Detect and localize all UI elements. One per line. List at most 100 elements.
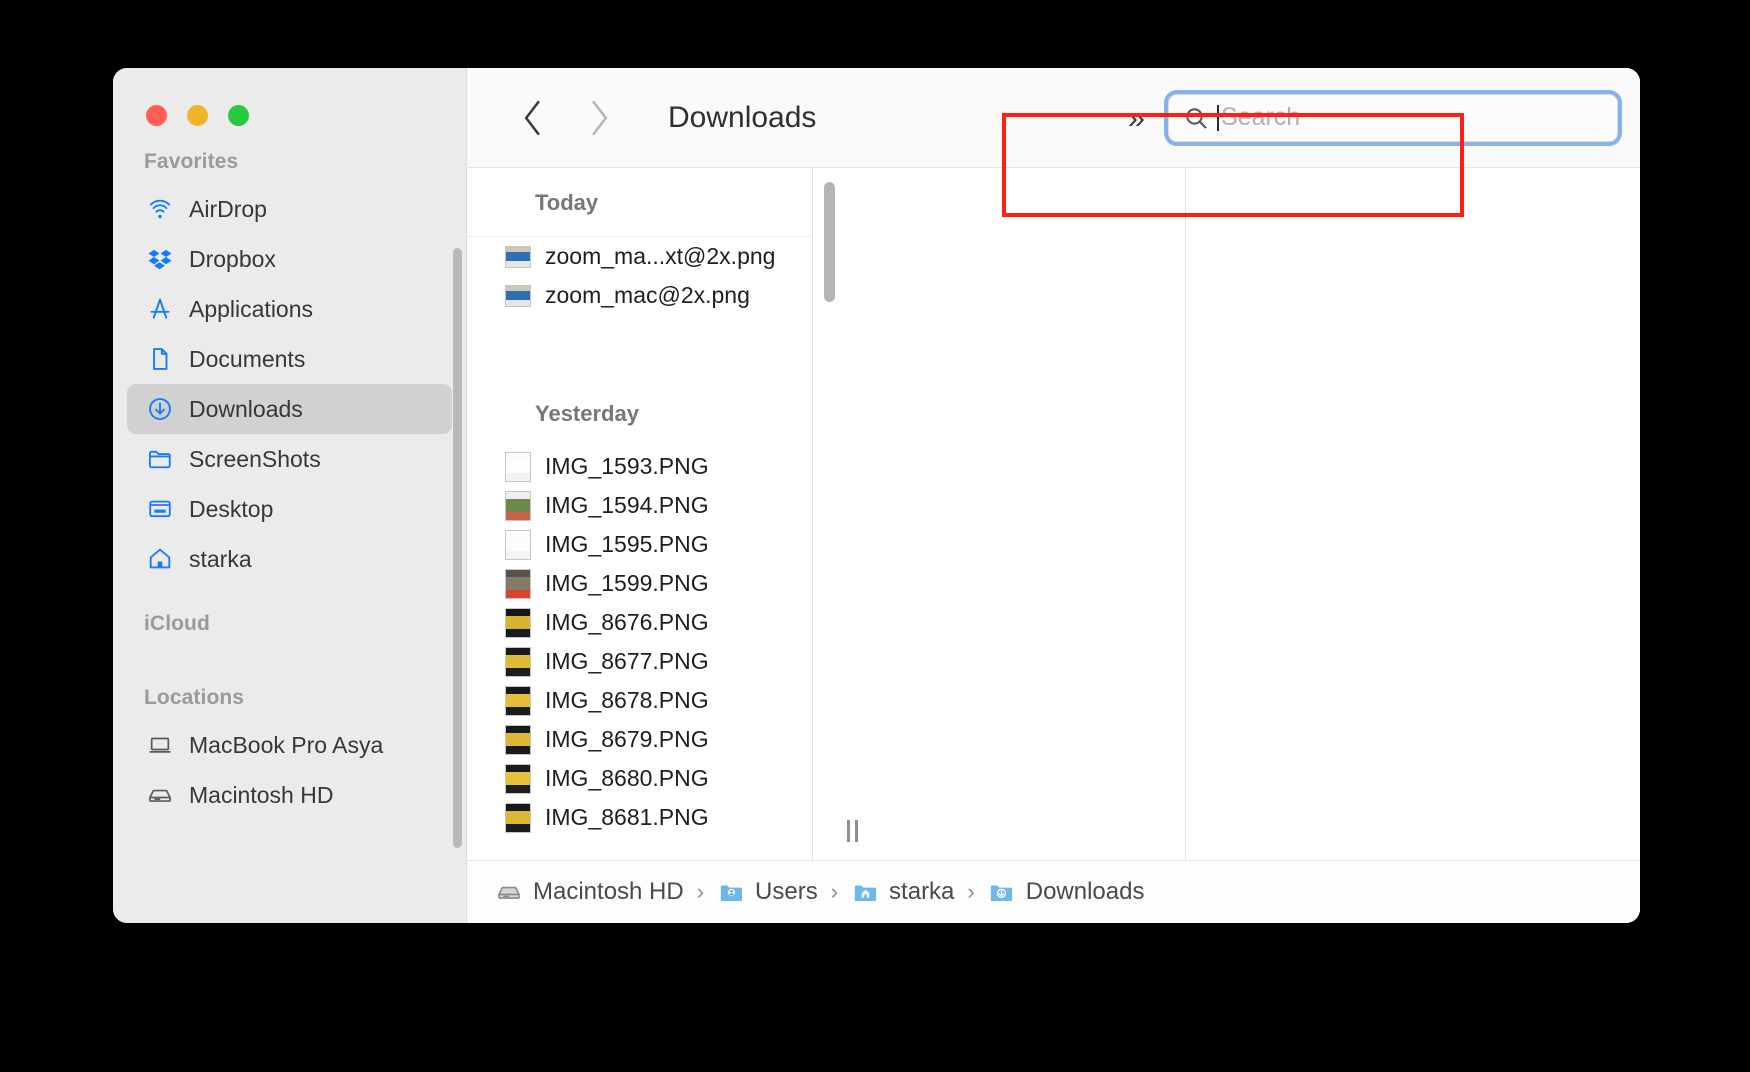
breadcrumb-label: Macintosh HD	[533, 878, 684, 905]
file-thumbnail-icon	[505, 646, 531, 677]
group-header-today: Today	[467, 168, 812, 237]
file-name: IMG_8678.PNG	[545, 687, 709, 713]
list-item[interactable]: IMG_1599.PNG	[467, 564, 812, 603]
sidebar-item-label: starka	[189, 545, 252, 572]
file-name: IMG_8680.PNG	[545, 765, 709, 791]
traffic-lights	[113, 68, 466, 126]
icloud-empty-region	[113, 646, 466, 686]
breadcrumb-separator: ›	[830, 879, 839, 904]
text-caret	[1217, 104, 1219, 131]
file-list-scrollbar[interactable]	[824, 182, 835, 302]
harddisk-icon	[495, 878, 523, 906]
search-icon	[1183, 105, 1209, 131]
sidebar-item-applications[interactable]: Applications	[127, 284, 452, 334]
list-item[interactable]: IMG_1593.PNG	[467, 447, 812, 486]
file-thumbnail-icon	[505, 568, 531, 599]
list-item[interactable]: IMG_8680.PNG	[467, 759, 812, 798]
sidebar-item-starka[interactable]: starka	[127, 534, 452, 584]
breadcrumb-label: starka	[889, 878, 955, 905]
sidebar-item-macintosh-hd[interactable]: Macintosh HD	[127, 770, 452, 820]
file-thumbnail-icon	[505, 685, 531, 716]
laptop-icon	[145, 730, 175, 760]
sidebar-scroll-region[interactable]: Favorites AirDrop Dropbox Applications D…	[113, 120, 466, 820]
sidebar-item-downloads[interactable]: Downloads	[127, 384, 452, 434]
file-name: zoom_ma...xt@2x.png	[545, 243, 776, 269]
list-item[interactable]: IMG_8681.PNG	[467, 798, 812, 837]
page-title: Downloads	[668, 100, 817, 134]
list-item[interactable]: IMG_8678.PNG	[467, 681, 812, 720]
sidebar-section-favorites-label: Favorites	[144, 150, 239, 173]
list-item[interactable]: IMG_1594.PNG	[467, 486, 812, 525]
sidebar-item-label: Downloads	[189, 395, 303, 422]
home-folder-icon	[851, 878, 879, 906]
sidebar-item-label: AirDrop	[189, 195, 267, 222]
search-input[interactable]: Search	[1168, 93, 1618, 142]
users-folder-icon	[717, 878, 745, 906]
sidebar-scrollbar[interactable]	[453, 248, 462, 848]
back-button[interactable]	[511, 96, 555, 140]
sidebar-item-desktop[interactable]: Desktop	[127, 484, 452, 534]
file-list-column[interactable]: Today zoom_ma...xt@2x.png zoom_mac@2x.pn…	[467, 168, 813, 860]
file-thumbnail-icon	[505, 529, 531, 560]
breadcrumb-label: Users	[755, 878, 818, 905]
list-item[interactable]: IMG_8679.PNG	[467, 720, 812, 759]
file-name: IMG_1594.PNG	[545, 492, 709, 518]
sidebar: Favorites AirDrop Dropbox Applications D…	[113, 68, 467, 923]
file-name: IMG_8679.PNG	[545, 726, 709, 752]
content-area: Downloads » Search Today zoom_ma...xt@2x…	[467, 68, 1640, 923]
minimize-button[interactable]	[187, 104, 208, 126]
finder-window: Favorites AirDrop Dropbox Applications D…	[113, 68, 1640, 923]
file-name: IMG_1595.PNG	[545, 531, 709, 557]
breadcrumb-item-starka[interactable]: starka	[851, 878, 954, 906]
file-thumbnail-icon	[505, 802, 531, 833]
file-thumbnail-icon	[505, 607, 531, 638]
breadcrumb: Macintosh HD › Users › starka › Download…	[467, 860, 1640, 923]
column-view: Today zoom_ma...xt@2x.png zoom_mac@2x.pn…	[467, 168, 1640, 860]
extra-column[interactable]	[1186, 168, 1640, 860]
preview-column[interactable]	[813, 168, 1186, 860]
list-item[interactable]: zoom_mac@2x.png	[467, 276, 812, 315]
file-name: IMG_8676.PNG	[545, 609, 709, 635]
window-body: Favorites AirDrop Dropbox Applications D…	[113, 68, 1640, 923]
file-name: zoom_mac@2x.png	[545, 282, 750, 308]
list-item[interactable]: IMG_8677.PNG	[467, 642, 812, 681]
search-placeholder: Search	[1221, 103, 1301, 131]
forward-button[interactable]	[577, 96, 621, 140]
sidebar-item-label: Applications	[189, 295, 314, 322]
breadcrumb-item-users[interactable]: Users	[717, 878, 818, 906]
sidebar-item-screenshots[interactable]: ScreenShots	[127, 434, 452, 484]
list-item[interactable]: IMG_1595.PNG	[467, 525, 812, 564]
applications-icon	[145, 294, 175, 324]
desktop-icon	[145, 494, 175, 524]
sidebar-section-locations-label: Locations	[144, 686, 245, 709]
breadcrumb-separator: ›	[967, 879, 975, 904]
dropbox-icon	[145, 244, 175, 274]
column-resize-handle[interactable]	[837, 814, 867, 848]
list-item[interactable]: IMG_8676.PNG	[467, 603, 812, 642]
file-name: IMG_8677.PNG	[545, 648, 709, 674]
sidebar-item-label: ScreenShots	[189, 445, 321, 472]
breadcrumb-label: Downloads	[1025, 878, 1145, 905]
downloads-icon	[145, 394, 175, 424]
sidebar-item-documents[interactable]: Documents	[127, 334, 452, 384]
group-header-yesterday: Yesterday	[535, 401, 639, 426]
harddisk-icon	[145, 780, 175, 810]
file-thumbnail-icon	[505, 284, 531, 307]
sidebar-item-dropbox[interactable]: Dropbox	[127, 234, 452, 284]
breadcrumb-item-downloads[interactable]: Downloads	[988, 878, 1145, 906]
file-thumbnail-icon	[505, 490, 531, 521]
list-item[interactable]: zoom_ma...xt@2x.png	[467, 237, 812, 276]
downloads-folder-icon	[988, 878, 1016, 906]
sidebar-section-icloud-label: iCloud	[144, 612, 210, 635]
sidebar-item-airdrop[interactable]: AirDrop	[127, 184, 452, 234]
search-field-container: Search	[1168, 93, 1618, 142]
toolbar-overflow-icon[interactable]: »	[1128, 102, 1146, 133]
file-name: IMG_8681.PNG	[545, 804, 709, 830]
zoom-button[interactable]	[228, 104, 249, 126]
sidebar-item-label: Desktop	[189, 495, 274, 522]
close-button[interactable]	[146, 104, 167, 126]
breadcrumb-item-macintosh-hd[interactable]: Macintosh HD	[495, 878, 684, 906]
sidebar-item-label: Macintosh HD	[189, 781, 334, 808]
sidebar-item-macbook-pro-asya[interactable]: MacBook Pro Asya	[127, 720, 452, 770]
